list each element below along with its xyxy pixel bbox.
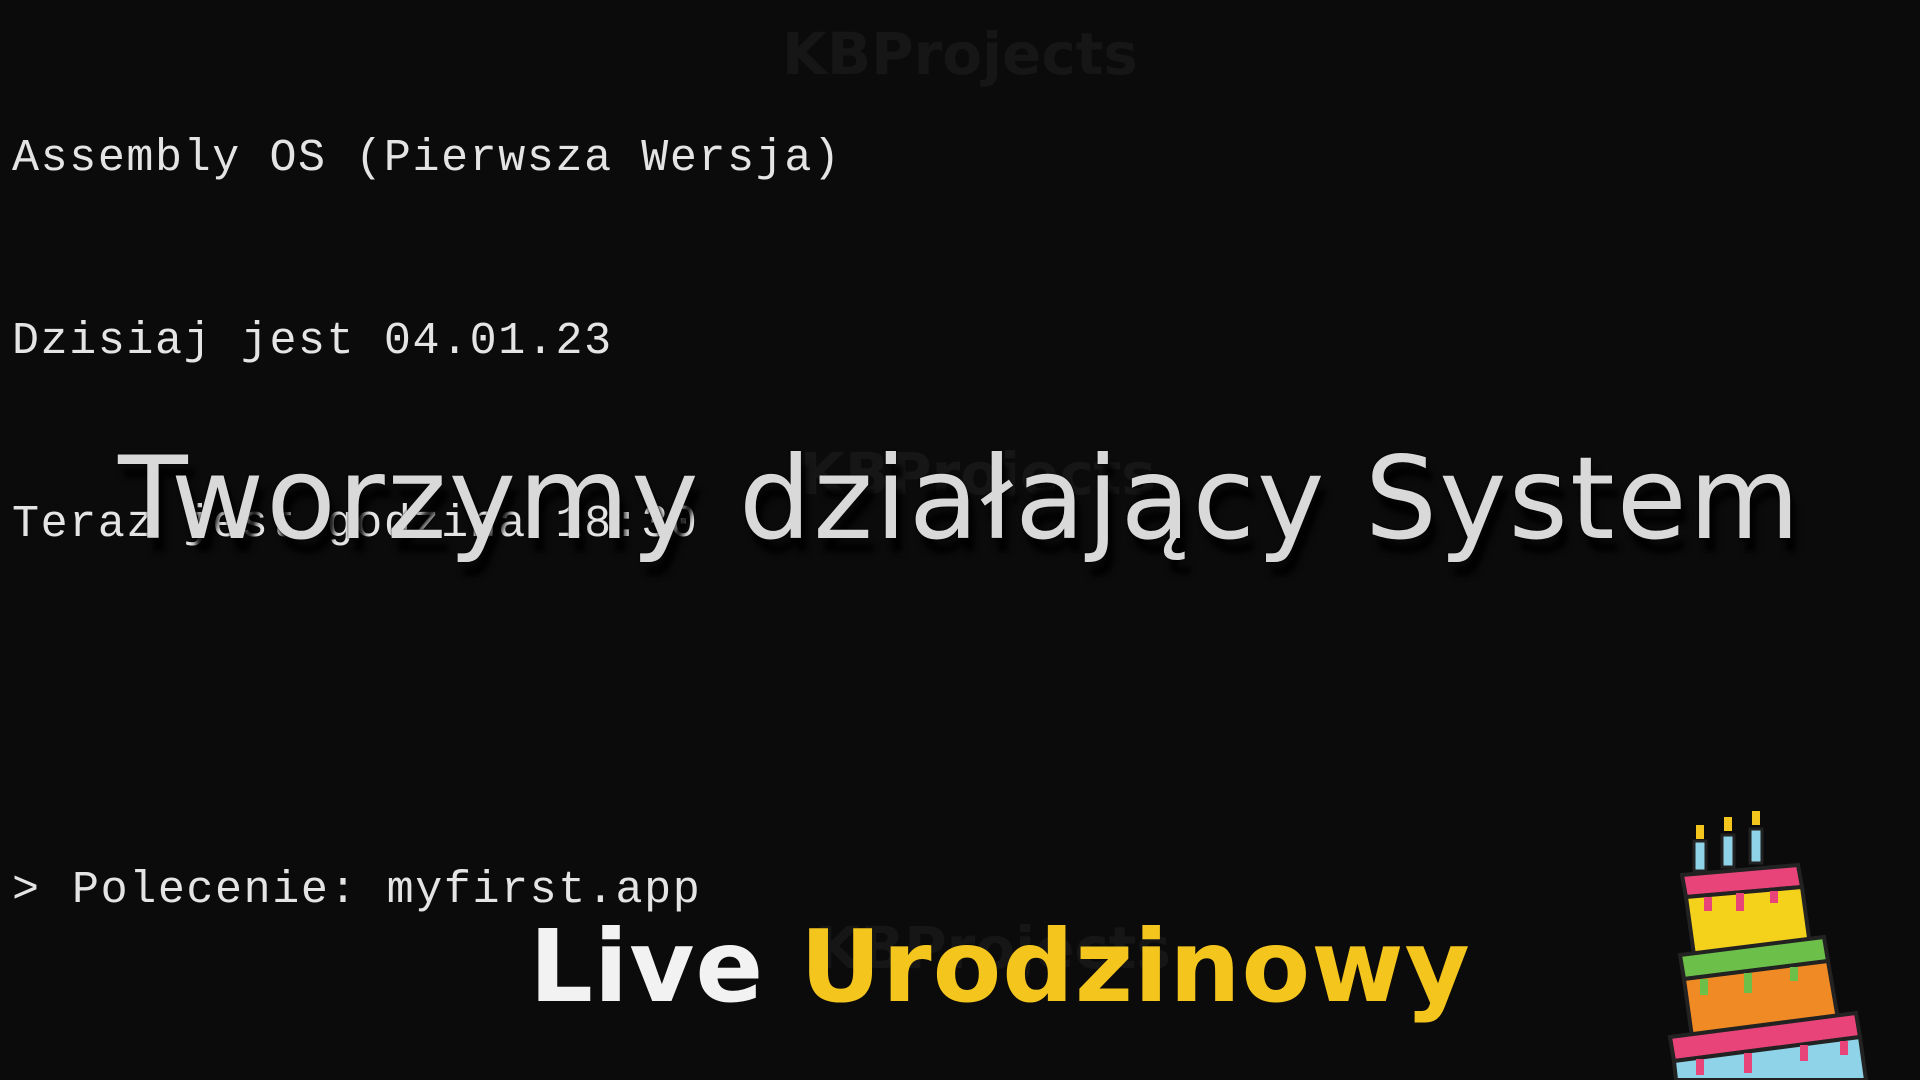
live-accent-word: Urodzinowy <box>800 908 1471 1025</box>
os-title-line: Assembly OS (Pierwsza Wersja) <box>12 133 842 184</box>
live-word: Live <box>529 908 765 1025</box>
thumbnail-canvas: KBProjects KBProjects KBProjects Assembl… <box>0 0 1920 1080</box>
birthday-cake-icon <box>1667 811 1869 1080</box>
headline: Tworzymy działający System <box>118 432 1802 565</box>
live-title: Live Urodzinowy <box>0 908 1920 1025</box>
date-line: Dzisiaj jest 04.01.23 <box>12 316 613 367</box>
